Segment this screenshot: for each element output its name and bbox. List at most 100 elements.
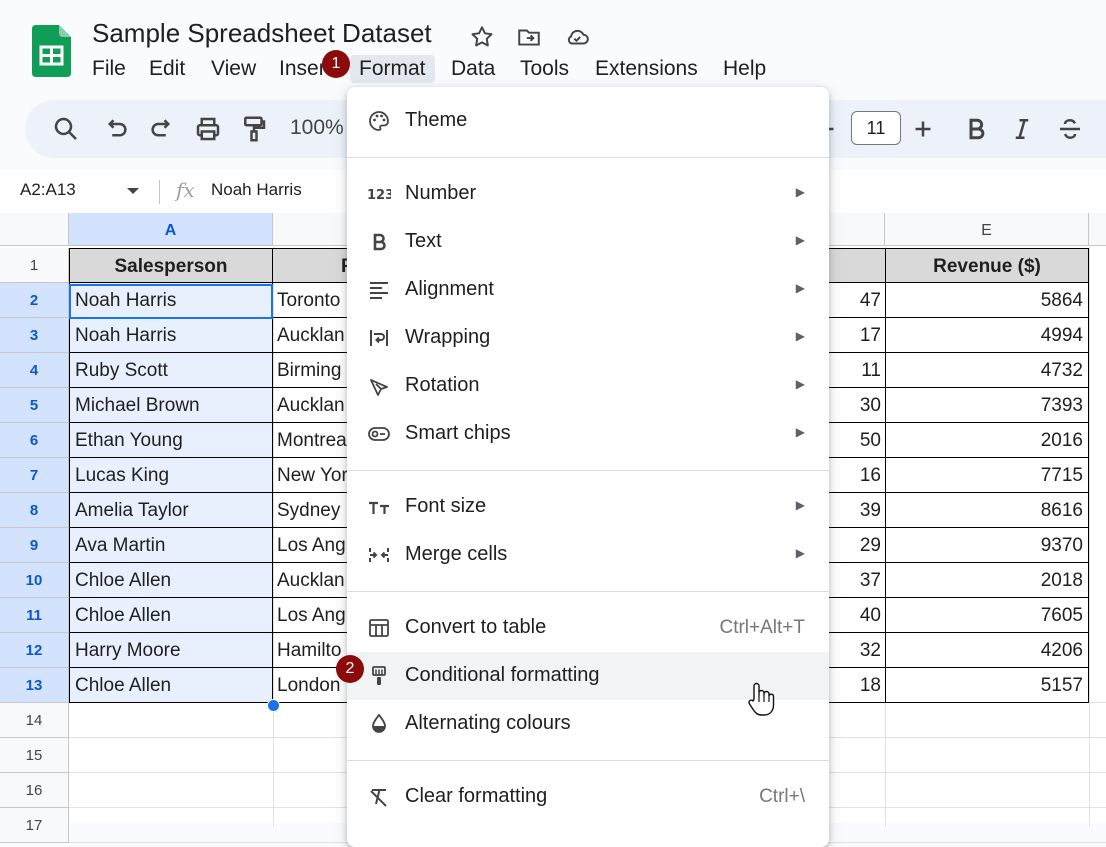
menu-edit[interactable]: Edit (149, 55, 185, 83)
cell-units[interactable]: 30 (826, 388, 886, 423)
header-salesperson[interactable]: Salesperson (69, 248, 273, 283)
menu-item-font-size[interactable]: Font size ▶ (347, 483, 829, 531)
row-header[interactable]: 6 (0, 423, 69, 458)
menu-extensions[interactable]: Extensions (595, 55, 698, 83)
cell-revenue[interactable]: 5157 (885, 668, 1089, 703)
cell-revenue[interactable]: 5864 (885, 283, 1089, 318)
cloud-saved-icon[interactable] (564, 24, 590, 50)
cell-region[interactable]: Los Ang (272, 528, 352, 563)
menu-insert[interactable]: Insert (279, 55, 323, 83)
cell-salesperson[interactable]: Chloe Allen (69, 668, 273, 703)
menu-item-clear-formatting[interactable]: Clear formatting Ctrl+\ (347, 773, 829, 821)
row-header[interactable]: 15 (0, 738, 69, 773)
row-header[interactable]: 8 (0, 493, 69, 528)
cell-region[interactable]: Montrea (272, 423, 352, 458)
row-header[interactable]: 16 (0, 773, 69, 808)
row-header[interactable]: 13 (0, 668, 69, 703)
header-revenue[interactable]: Revenue ($) (885, 248, 1089, 283)
cell-units[interactable]: 37 (826, 563, 886, 598)
document-title[interactable]: Sample Spreadsheet Dataset (92, 18, 432, 49)
cell-salesperson[interactable]: Ethan Young (69, 423, 273, 458)
cell-region[interactable]: Aucklan (272, 563, 352, 598)
row-header[interactable]: 4 (0, 353, 69, 388)
row-header[interactable]: 14 (0, 703, 69, 738)
cell-region[interactable]: Aucklan (272, 318, 352, 353)
menu-data[interactable]: Data (451, 55, 495, 83)
column-header-d[interactable] (829, 213, 885, 246)
row-header[interactable]: 11 (0, 598, 69, 633)
cell-revenue[interactable]: 9370 (885, 528, 1089, 563)
cell-region[interactable]: Aucklan (272, 388, 352, 423)
row-header[interactable]: 12 (0, 633, 69, 668)
print-icon[interactable] (193, 114, 223, 144)
menu-tools[interactable]: Tools (520, 55, 569, 83)
cell-salesperson[interactable]: Chloe Allen (69, 598, 273, 633)
menu-item-alignment[interactable]: Alignment ▶ (347, 266, 829, 314)
menu-item-rotation[interactable]: Rotation ▶ (347, 362, 829, 410)
cell-salesperson[interactable]: Lucas King (69, 458, 273, 493)
cell-salesperson[interactable]: Ava Martin (69, 528, 273, 563)
row-header[interactable]: 2 (0, 283, 69, 318)
cell-salesperson[interactable]: Harry Moore (69, 633, 273, 668)
cell-units[interactable]: 11 (826, 353, 886, 388)
cell-revenue[interactable]: 7715 (885, 458, 1089, 493)
menu-item-wrapping[interactable]: Wrapping ▶ (347, 314, 829, 362)
fill-handle[interactable] (267, 699, 280, 712)
cell-revenue[interactable]: 2016 (885, 423, 1089, 458)
italic-icon[interactable] (1007, 114, 1037, 144)
cell-units[interactable]: 18 (826, 668, 886, 703)
cell-region[interactable]: New Yor (272, 458, 352, 493)
row-header[interactable]: 9 (0, 528, 69, 563)
name-box[interactable]: A2:A13 (20, 180, 76, 200)
cell-revenue[interactable]: 2018 (885, 563, 1089, 598)
sheets-logo-icon[interactable] (32, 25, 71, 77)
column-header-f[interactable] (1089, 213, 1106, 246)
cell-revenue[interactable]: 7393 (885, 388, 1089, 423)
cell-salesperson[interactable]: Michael Brown (69, 388, 273, 423)
menu-item-number[interactable]: 123 Number ▶ (347, 170, 829, 218)
cell-units[interactable]: 29 (826, 528, 886, 563)
cell-salesperson[interactable]: Amelia Taylor (69, 493, 273, 528)
menu-help[interactable]: Help (723, 55, 766, 83)
menu-format[interactable]: Format (350, 55, 435, 83)
font-size-input[interactable]: 11 (851, 111, 901, 145)
move-folder-icon[interactable] (516, 24, 542, 50)
row-header[interactable]: 5 (0, 388, 69, 423)
cell-units[interactable]: 50 (826, 423, 886, 458)
cell-units[interactable]: 32 (826, 633, 886, 668)
row-header[interactable]: 10 (0, 563, 69, 598)
search-icon[interactable] (51, 114, 81, 144)
paint-format-icon[interactable] (239, 114, 269, 144)
cell-salesperson[interactable]: Ruby Scott (69, 353, 273, 388)
row-header[interactable]: 17 (0, 808, 69, 843)
menu-view[interactable]: View (211, 55, 256, 83)
star-icon[interactable] (469, 24, 495, 50)
cell-revenue[interactable]: 4206 (885, 633, 1089, 668)
menu-item-theme[interactable]: Theme (347, 97, 829, 145)
formula-input[interactable]: Noah Harris (211, 180, 302, 200)
cell-units[interactable]: 40 (826, 598, 886, 633)
menu-item-smart-chips[interactable]: Smart chips ▶ (347, 410, 829, 458)
menu-file[interactable]: File (92, 55, 126, 83)
menu-item-merge-cells[interactable]: Merge cells ▶ (347, 531, 829, 579)
cell-units[interactable]: 16 (826, 458, 886, 493)
cell-salesperson[interactable]: Noah Harris (69, 318, 273, 353)
cell-region[interactable]: Los Ang (272, 598, 352, 633)
chevron-down-icon[interactable] (126, 186, 140, 196)
bold-icon[interactable] (961, 114, 991, 144)
column-header-a[interactable]: A (69, 213, 273, 246)
cell-revenue[interactable]: 7605 (885, 598, 1089, 633)
cell-revenue[interactable]: 4732 (885, 353, 1089, 388)
column-header-e[interactable]: E (885, 213, 1089, 246)
row-header[interactable]: 3 (0, 318, 69, 353)
row-header[interactable]: 1 (0, 248, 69, 283)
cell-units[interactable]: 39 (826, 493, 886, 528)
cell-salesperson[interactable]: Chloe Allen (69, 563, 273, 598)
cell-region[interactable]: Birming (272, 353, 352, 388)
increase-font-size-icon[interactable] (908, 114, 938, 144)
cell-region[interactable]: Toronto (272, 283, 352, 318)
menu-item-text[interactable]: Text ▶ (347, 218, 829, 266)
cell-revenue[interactable]: 4994 (885, 318, 1089, 353)
undo-icon[interactable] (101, 114, 131, 144)
select-all-corner[interactable] (0, 213, 69, 246)
